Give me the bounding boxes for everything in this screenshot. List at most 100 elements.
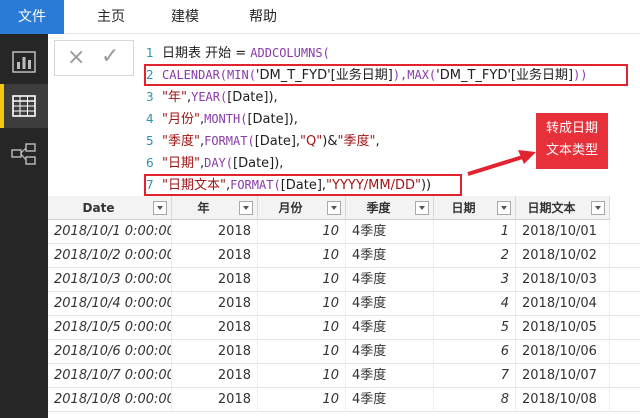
cell-year[interactable]: 2018 [172, 268, 258, 292]
formula-token: [Date], [280, 178, 327, 193]
tab-file[interactable]: 文件 [0, 0, 64, 34]
cell-day[interactable]: 6 [434, 340, 516, 364]
cell-month[interactable]: 10 [258, 292, 346, 316]
formula-line: 7 "日期文本",FORMAT([Date],"YYYY/MM/DD")) [142, 174, 431, 196]
formula-line: 3 "年",YEAR([Date]), [142, 86, 278, 108]
cell-date-text[interactable]: 2018/10/02 [516, 244, 610, 268]
cell-date[interactable]: 2018/10/4 0:00:00 [48, 292, 172, 316]
table-row[interactable]: 2018/10/7 0:00:00 2018 10 4季度 7 2018/10/07 [48, 364, 640, 388]
table-row[interactable]: 2018/10/5 0:00:00 2018 10 4季度 5 2018/10/05 [48, 316, 640, 340]
cell-date-text[interactable]: 2018/10/03 [516, 268, 610, 292]
formula-token: "日期文本" [162, 178, 226, 193]
filter-dropdown-icon[interactable] [239, 201, 253, 215]
data-view-button[interactable] [0, 84, 48, 128]
cell-year[interactable]: 2018 [172, 292, 258, 316]
cell-month[interactable]: 10 [258, 340, 346, 364]
column-header-year[interactable]: 年 [172, 196, 258, 220]
cell-year[interactable]: 2018 [172, 388, 258, 412]
filter-dropdown-icon[interactable] [497, 201, 511, 215]
cell-day[interactable]: 5 [434, 316, 516, 340]
cell-month[interactable]: 10 [258, 220, 346, 244]
formula-buttons: × ✓ [54, 40, 134, 76]
model-view-button[interactable] [0, 132, 48, 176]
cell-quarter[interactable]: 4季度 [346, 220, 434, 244]
cell-date[interactable]: 2018/10/1 0:00:00 [48, 220, 172, 244]
cell-day[interactable]: 2 [434, 244, 516, 268]
cell-date[interactable]: 2018/10/7 0:00:00 [48, 364, 172, 388]
tab-home[interactable]: 主页 [84, 0, 138, 34]
cell-year[interactable]: 2018 [172, 364, 258, 388]
report-view-button[interactable] [0, 40, 48, 84]
cell-month[interactable]: 10 [258, 268, 346, 292]
cell-month[interactable]: 10 [258, 316, 346, 340]
cell-date-text[interactable]: 2018/10/05 [516, 316, 610, 340]
cell-quarter[interactable]: 4季度 [346, 244, 434, 268]
cell-year[interactable]: 2018 [172, 220, 258, 244]
filter-dropdown-icon[interactable] [327, 201, 341, 215]
cell-date-text[interactable]: 2018/10/07 [516, 364, 610, 388]
table-row[interactable]: 2018/10/2 0:00:00 2018 10 4季度 2 2018/10/02 [48, 244, 640, 268]
cell-month[interactable]: 10 [258, 244, 346, 268]
cell-day[interactable]: 3 [434, 268, 516, 292]
formula-token: "月份" [162, 112, 200, 127]
relationships-icon [11, 143, 36, 165]
cell-date[interactable]: 2018/10/6 0:00:00 [48, 340, 172, 364]
cell-date-text[interactable]: 2018/10/08 [516, 388, 610, 412]
tab-modeling[interactable]: 建模 [158, 0, 212, 34]
commit-icon[interactable]: ✓ [101, 44, 119, 70]
cancel-icon[interactable]: × [67, 45, 85, 71]
line-number: 1 [146, 46, 154, 60]
column-header-day[interactable]: 日期 [434, 196, 516, 220]
cell-quarter[interactable]: 4季度 [346, 316, 434, 340]
cell-quarter[interactable]: 4季度 [346, 292, 434, 316]
formula-token: "季度" [162, 134, 200, 149]
cell-month[interactable]: 10 [258, 388, 346, 412]
cell-day[interactable]: 8 [434, 388, 516, 412]
formula-token: MONTH( [204, 112, 248, 126]
cell-date-text[interactable]: 2018/10/04 [516, 292, 610, 316]
formula-token: "YYYY/MM/DD" [326, 178, 421, 193]
cell-year[interactable]: 2018 [172, 340, 258, 364]
formula-token: "季度" [337, 134, 376, 149]
formula-token: [Date]), [233, 156, 284, 171]
cell-date[interactable]: 2018/10/3 0:00:00 [48, 268, 172, 292]
column-header-date-text[interactable]: 日期文本 [516, 196, 610, 220]
cell-date-text[interactable]: 2018/10/01 [516, 220, 610, 244]
cell-quarter[interactable]: 4季度 [346, 364, 434, 388]
cell-date[interactable]: 2018/10/8 0:00:00 [48, 388, 172, 412]
cell-day[interactable]: 4 [434, 292, 516, 316]
cell-date-text[interactable]: 2018/10/06 [516, 340, 610, 364]
bar-chart-icon [12, 51, 36, 73]
formula-token: "Q" [300, 134, 323, 149]
column-header-quarter[interactable]: 季度 [346, 196, 434, 220]
formula-token: 'DM_T_FYD'[业务日期] [436, 68, 574, 83]
table-row[interactable]: 2018/10/3 0:00:00 2018 10 4季度 3 2018/10/03 [48, 268, 640, 292]
cell-year[interactable]: 2018 [172, 244, 258, 268]
line-number: 7 [146, 178, 154, 192]
formula-token: "日期" [162, 156, 200, 171]
table-row[interactable]: 2018/10/8 0:00:00 2018 10 4季度 8 2018/10/08 [48, 388, 640, 412]
table-row[interactable]: 2018/10/6 0:00:00 2018 10 4季度 6 2018/10/06 [48, 340, 640, 364]
table-icon [12, 95, 36, 117]
column-header-month[interactable]: 月份 [258, 196, 346, 220]
cell-date[interactable]: 2018/10/5 0:00:00 [48, 316, 172, 340]
column-header-label: 日期文本 [527, 201, 576, 215]
formula-token: FORMAT( [204, 134, 255, 148]
cell-month[interactable]: 10 [258, 364, 346, 388]
cell-quarter[interactable]: 4季度 [346, 388, 434, 412]
cell-quarter[interactable]: 4季度 [346, 268, 434, 292]
filter-dropdown-icon[interactable] [591, 201, 605, 215]
filter-dropdown-icon[interactable] [153, 201, 167, 215]
column-header-date[interactable]: Date [48, 196, 172, 220]
tab-help[interactable]: 帮助 [236, 0, 290, 34]
formula-token: [Date], [254, 134, 301, 149]
cell-quarter[interactable]: 4季度 [346, 340, 434, 364]
table-row[interactable]: 2018/10/1 0:00:00 2018 10 4季度 1 2018/10/01 [48, 220, 640, 244]
cell-day[interactable]: 7 [434, 364, 516, 388]
line-number: 5 [146, 134, 154, 148]
cell-day[interactable]: 1 [434, 220, 516, 244]
cell-date[interactable]: 2018/10/2 0:00:00 [48, 244, 172, 268]
filter-dropdown-icon[interactable] [415, 201, 429, 215]
cell-year[interactable]: 2018 [172, 316, 258, 340]
table-row[interactable]: 2018/10/4 0:00:00 2018 10 4季度 4 2018/10/04 [48, 292, 640, 316]
